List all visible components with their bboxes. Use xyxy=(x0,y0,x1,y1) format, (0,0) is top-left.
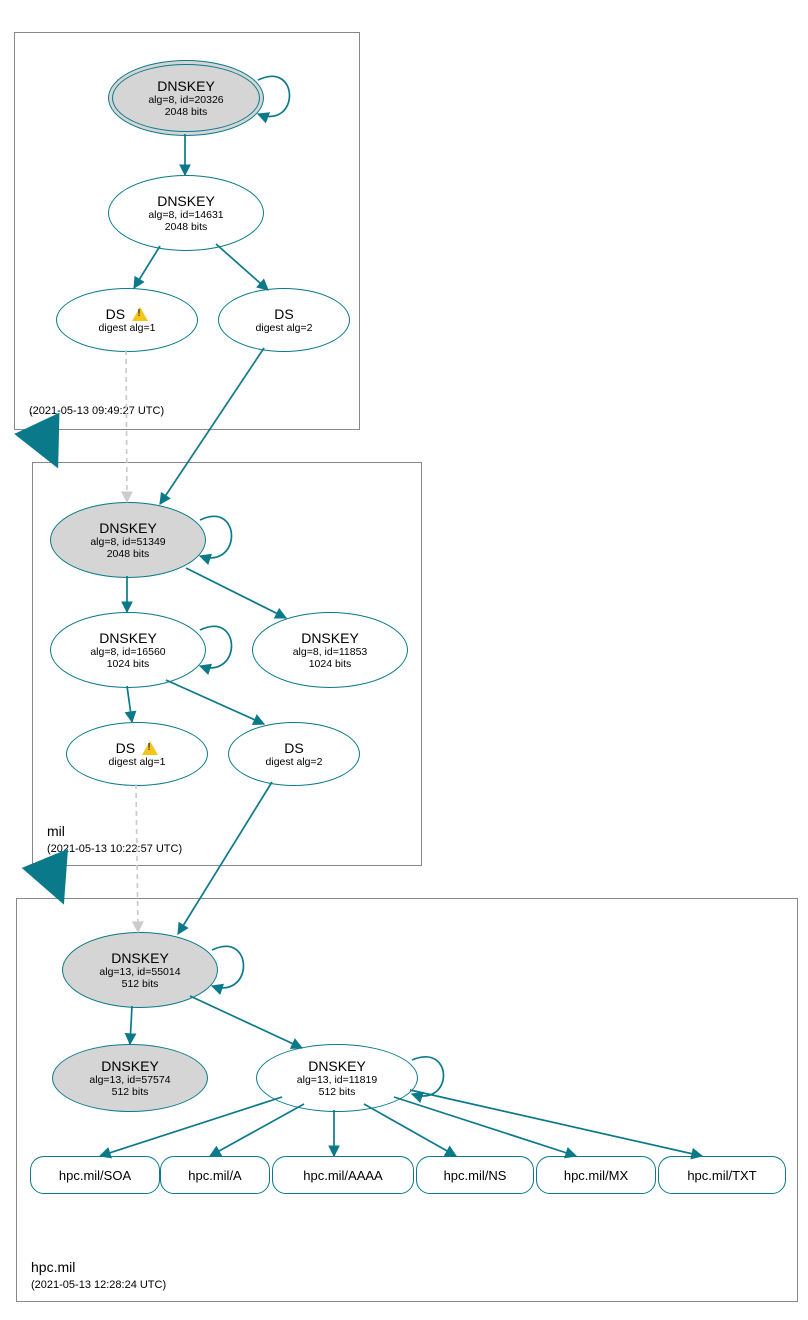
warning-icon xyxy=(132,307,148,321)
zone-mil-time: (2021-05-13 10:22:57 UTC) xyxy=(47,843,182,855)
zone-mil-name: mil xyxy=(47,823,65,839)
zone-hpc-time: (2021-05-13 12:28:24 UTC) xyxy=(31,1279,166,1291)
rr-txt: hpc.mil/TXT xyxy=(658,1156,786,1194)
node-hpc-ksk: DNSKEY alg=13, id=55014 512 bits xyxy=(62,932,218,1008)
warning-icon xyxy=(142,741,158,755)
zone-hpc-name: hpc.mil xyxy=(31,1259,75,1275)
node-mil-zsk2: DNSKEY alg=8, id=11853 1024 bits xyxy=(252,612,408,688)
node-mil-ksk: DNSKEY alg=8, id=51349 2048 bits xyxy=(50,502,206,578)
node-hpc-k2: DNSKEY alg=13, id=57574 512 bits xyxy=(52,1044,208,1112)
node-mil-zsk1: DNSKEY alg=8, id=16560 1024 bits xyxy=(50,612,206,688)
node-hpc-zsk: DNSKEY alg=13, id=11819 512 bits xyxy=(256,1044,418,1112)
rr-ns: hpc.mil/NS xyxy=(416,1156,534,1194)
node-root-ds1: DS digest alg=1 xyxy=(56,288,198,352)
rr-a: hpc.mil/A xyxy=(160,1156,270,1194)
rr-aaaa: hpc.mil/AAAA xyxy=(272,1156,414,1194)
node-root-ksk: DNSKEY alg=8, id=20326 2048 bits xyxy=(108,60,264,136)
zone-root-time: (2021-05-13 09:49:27 UTC) xyxy=(29,405,164,417)
node-root-zsk: DNSKEY alg=8, id=14631 2048 bits xyxy=(108,175,264,251)
rr-mx: hpc.mil/MX xyxy=(536,1156,656,1194)
node-mil-ds1: DS digest alg=1 xyxy=(66,722,208,786)
node-mil-ds2: DS digest alg=2 xyxy=(228,722,360,786)
rr-soa: hpc.mil/SOA xyxy=(30,1156,160,1194)
node-root-ds2: DS digest alg=2 xyxy=(218,288,350,352)
